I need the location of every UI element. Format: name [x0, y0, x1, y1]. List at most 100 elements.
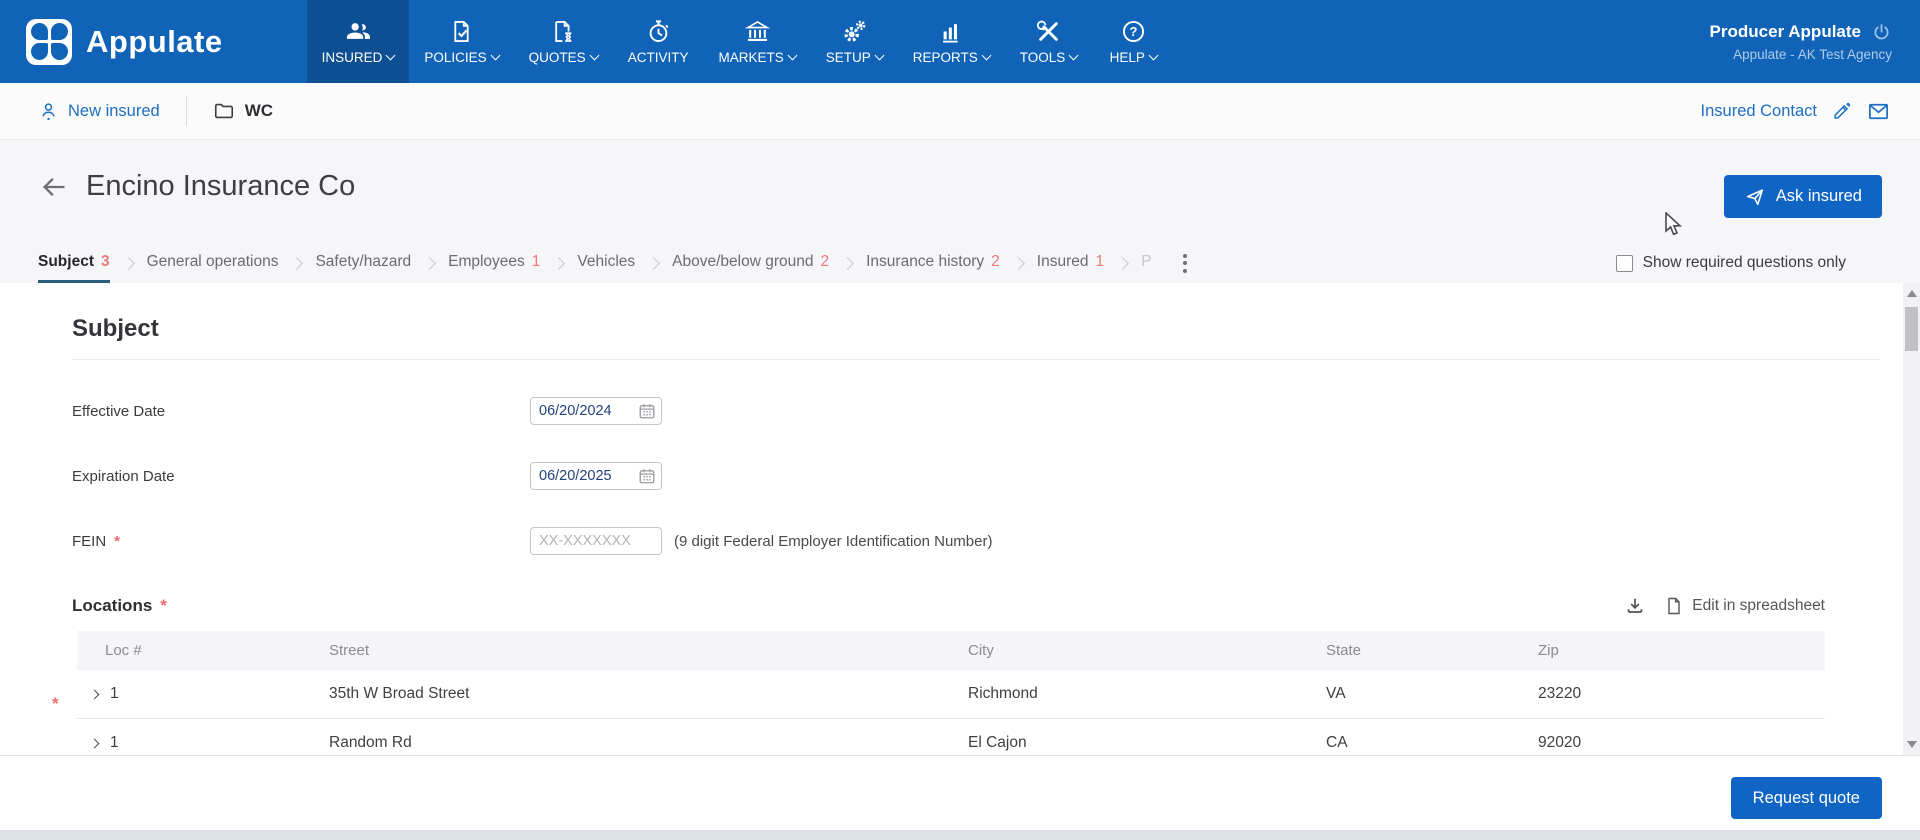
send-icon	[1744, 186, 1766, 208]
tab-overflow-partial[interactable]: P	[1141, 243, 1151, 283]
nav-item-insured[interactable]: INSURED	[307, 0, 410, 83]
nav-item-help[interactable]: ? HELP	[1092, 0, 1174, 83]
chevron-down-icon	[1148, 51, 1158, 61]
col-zip: Zip	[1510, 642, 1825, 659]
show-required-label: Show required questions only	[1643, 254, 1846, 272]
folder-label: WC	[245, 101, 273, 121]
nav-item-policies[interactable]: POLICIES	[409, 0, 513, 83]
tab-count: 2	[820, 253, 829, 271]
vertical-scrollbar[interactable]	[1903, 283, 1920, 755]
effective-date-label: Effective Date	[72, 403, 530, 420]
questionnaire-content: Subject Effective Date Expiration Date F…	[0, 283, 1920, 755]
tab-separator-icon	[1012, 257, 1025, 270]
back-arrow-icon[interactable]	[40, 173, 68, 201]
gears-icon	[841, 18, 868, 45]
tab-employees[interactable]: Employees1	[448, 243, 540, 283]
scrollbar-thumb[interactable]	[1905, 307, 1918, 351]
calendar-icon[interactable]	[638, 467, 656, 485]
expand-row-icon[interactable]	[90, 689, 100, 699]
tab-above-below-ground[interactable]: Above/below ground2	[672, 243, 829, 283]
agency-name: Appulate - AK Test Agency	[1733, 47, 1892, 62]
nav-label: SETUP	[826, 50, 871, 65]
calendar-icon[interactable]	[638, 402, 656, 420]
download-icon[interactable]	[1624, 595, 1646, 617]
tab-general-operations[interactable]: General operations	[147, 243, 279, 283]
logout-power-icon[interactable]	[1871, 22, 1892, 43]
tab-count: 1	[1095, 253, 1104, 271]
fein-hint: (9 digit Federal Employer Identification…	[674, 533, 992, 550]
toolbar-divider	[186, 96, 187, 126]
chevron-down-icon	[386, 51, 396, 61]
insured-contact-link[interactable]: Insured Contact	[1701, 102, 1817, 121]
tab-safety-hazard[interactable]: Safety/hazard	[315, 243, 411, 283]
fein-label: FEIN	[72, 533, 106, 550]
table-row[interactable]: 1 35th W Broad Street Richmond VA 23220	[77, 670, 1825, 719]
appulate-logo-icon	[26, 19, 72, 65]
scroll-up-arrow-icon[interactable]	[1907, 290, 1917, 297]
nav-item-tools[interactable]: TOOLS	[1005, 0, 1093, 83]
nav-item-quotes[interactable]: QUOTES	[514, 0, 613, 83]
col-street: Street	[301, 642, 940, 659]
edit-in-spreadsheet-button[interactable]: Edit in spreadsheet	[1664, 596, 1825, 616]
nav-label: QUOTES	[529, 50, 586, 65]
request-quote-button[interactable]: Request quote	[1731, 777, 1882, 819]
bank-icon	[744, 18, 771, 45]
footer-bar: Request quote	[0, 755, 1920, 830]
nav-item-setup[interactable]: SETUP	[811, 0, 898, 83]
tab-insured[interactable]: Insured1	[1037, 243, 1104, 283]
ask-insured-button[interactable]: Ask insured	[1724, 175, 1882, 218]
user-name: Producer Appulate	[1710, 22, 1861, 42]
nav-label: HELP	[1110, 50, 1145, 65]
section-divider	[72, 359, 1880, 360]
envelope-icon[interactable]	[1867, 100, 1890, 123]
ask-insured-label: Ask insured	[1776, 187, 1862, 206]
chevron-down-icon	[1069, 51, 1079, 61]
new-insured-label: New insured	[68, 102, 160, 121]
bar-chart-icon	[938, 18, 965, 45]
expand-row-icon[interactable]	[90, 738, 100, 748]
document-hourglass-icon	[550, 18, 577, 45]
tabs-overflow-menu-icon[interactable]	[1173, 254, 1197, 273]
tab-vehicles[interactable]: Vehicles	[577, 243, 635, 283]
tab-count: 1	[532, 253, 541, 271]
col-state: State	[1298, 642, 1510, 659]
col-loc: Loc #	[77, 642, 301, 659]
locations-header: Locations* Edit in spreadsheet	[72, 595, 1825, 617]
insured-contact-group: Insured Contact	[1701, 100, 1890, 123]
nav-label: MARKETS	[718, 50, 783, 65]
tab-separator-icon	[291, 257, 304, 270]
chevron-down-icon	[490, 51, 500, 61]
tools-icon	[1035, 18, 1062, 45]
folder-wc[interactable]: WC	[213, 100, 273, 122]
stopwatch-icon	[645, 18, 672, 45]
new-insured-person-icon	[38, 101, 59, 122]
page-header: Encino Insurance Co Ask insured Subject3…	[0, 140, 1920, 283]
effective-date-row: Effective Date	[72, 397, 1825, 425]
chevron-down-icon	[589, 51, 599, 61]
nav-item-markets[interactable]: MARKETS	[703, 0, 810, 83]
show-required-checkbox[interactable]	[1616, 255, 1633, 272]
scroll-down-arrow-icon[interactable]	[1907, 741, 1917, 748]
nav-item-reports[interactable]: REPORTS	[898, 0, 1005, 83]
brand[interactable]: Appulate	[0, 0, 223, 83]
edit-pencil-icon[interactable]	[1831, 100, 1853, 122]
table-row[interactable]: 1 Random Rd El Cajon CA 92020	[77, 719, 1825, 755]
new-insured-button[interactable]: New insured	[38, 101, 160, 122]
required-asterisk: *	[114, 533, 120, 550]
chevron-down-icon	[874, 51, 884, 61]
tab-separator-icon	[647, 257, 660, 270]
tab-count: 2	[991, 253, 1000, 271]
tab-separator-icon	[423, 257, 436, 270]
insured-contact-label: Insured Contact	[1701, 102, 1817, 121]
main-nav: INSURED POLICIES QUOTES ACTIVITY MARKETS…	[307, 0, 1175, 83]
nav-item-activity[interactable]: ACTIVITY	[613, 0, 704, 83]
page-title: Encino Insurance Co	[86, 170, 355, 203]
nav-label: INSURED	[322, 50, 383, 65]
tab-insurance-history[interactable]: Insurance history2	[866, 243, 1000, 283]
document-check-icon	[448, 18, 475, 45]
chevron-down-icon	[981, 51, 991, 61]
fein-input[interactable]	[530, 527, 662, 555]
tab-subject[interactable]: Subject3	[38, 243, 110, 283]
request-quote-label: Request quote	[1753, 789, 1860, 807]
bottom-strip	[0, 830, 1920, 840]
